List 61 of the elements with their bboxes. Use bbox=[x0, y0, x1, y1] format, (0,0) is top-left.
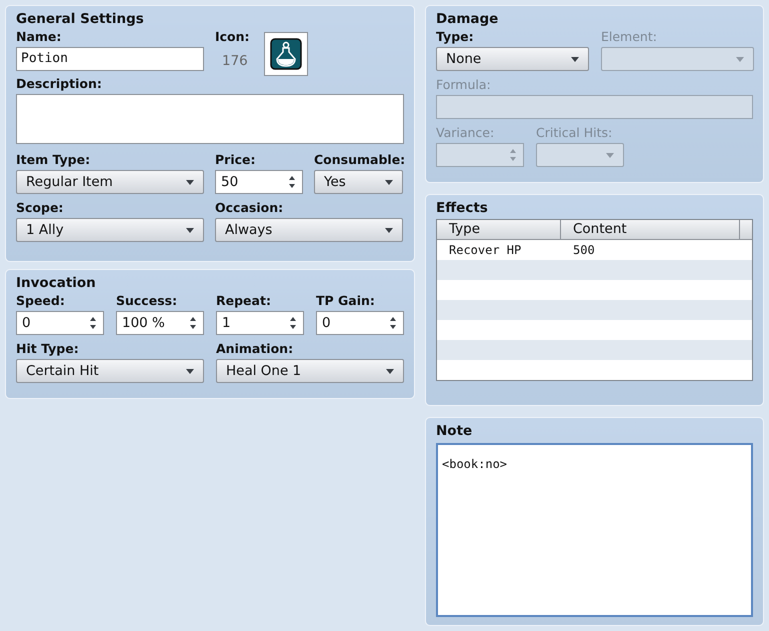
field-label: Occasion: bbox=[215, 200, 284, 215]
field-label: Critical Hits: bbox=[536, 125, 614, 140]
caret-icon bbox=[385, 180, 393, 184]
number-field[interactable]: 0 bbox=[316, 311, 404, 335]
field-label: Formula: bbox=[436, 77, 492, 92]
number-field[interactable]: 100 % bbox=[116, 311, 204, 335]
column-header[interactable]: Type bbox=[437, 220, 561, 239]
field-label: Hit Type: bbox=[16, 341, 80, 356]
spin-arrows-icon bbox=[288, 175, 296, 189]
number-field[interactable]: 1 bbox=[216, 311, 304, 335]
panel-title: Damage bbox=[436, 10, 500, 28]
potion-bottle-icon bbox=[270, 38, 302, 70]
column-header[interactable]: Content bbox=[561, 220, 740, 239]
panel-title: General Settings bbox=[16, 10, 145, 28]
panel-title: Effects bbox=[436, 199, 489, 217]
name-field[interactable]: Potion bbox=[16, 47, 204, 71]
field-label: Description: bbox=[16, 76, 103, 91]
spin-arrows-icon bbox=[189, 316, 197, 330]
dropdown[interactable]: Regular Item bbox=[16, 170, 204, 194]
table-cell-text: Recover HP bbox=[448, 242, 522, 259]
caret-icon bbox=[386, 368, 394, 374]
field-label: Name: bbox=[16, 29, 62, 44]
spin-arrows-icon bbox=[389, 316, 397, 330]
panel-title: Invocation bbox=[16, 274, 97, 292]
caret-icon bbox=[571, 56, 579, 62]
table-cell-text: 500 bbox=[572, 242, 595, 259]
caret-icon bbox=[186, 368, 194, 374]
field-label: Consumable: bbox=[314, 152, 403, 167]
spin-arrows-icon bbox=[289, 316, 297, 330]
note-field[interactable]: <book:no> bbox=[436, 443, 753, 617]
number-field[interactable]: 0 bbox=[16, 311, 104, 335]
field-label: Item Type: bbox=[16, 152, 92, 167]
spin-arrows-icon bbox=[89, 316, 97, 330]
dropdown[interactable]: Heal One 1 bbox=[216, 359, 404, 383]
dropdown[interactable]: None bbox=[436, 47, 589, 71]
field-label: Type: bbox=[436, 29, 475, 44]
number-field[interactable]: 50 bbox=[215, 170, 303, 194]
panel-title: Note bbox=[436, 422, 474, 440]
icon-number: 176 bbox=[221, 52, 249, 71]
description-field[interactable] bbox=[16, 94, 404, 144]
dropdown[interactable]: Always bbox=[215, 218, 403, 242]
spin-arrows-icon bbox=[509, 148, 517, 162]
field-label: TP Gain: bbox=[316, 293, 376, 308]
caret-icon bbox=[186, 180, 194, 184]
dropdown[interactable]: Certain Hit bbox=[16, 359, 204, 383]
field-label: Variance: bbox=[436, 125, 496, 140]
caret-icon bbox=[606, 152, 614, 158]
caret-icon bbox=[186, 228, 194, 232]
field-label: Animation: bbox=[216, 341, 294, 356]
dropdown[interactable]: Yes bbox=[314, 170, 403, 194]
field-label: Speed: bbox=[16, 293, 66, 308]
field-label: Price: bbox=[215, 152, 256, 167]
field-label: Element: bbox=[601, 29, 658, 44]
caret-icon bbox=[736, 56, 744, 62]
icon-picker[interactable] bbox=[264, 32, 308, 76]
field-label: Success: bbox=[116, 293, 178, 308]
dropdown[interactable]: 1 Ally bbox=[16, 218, 204, 242]
field-label: Repeat: bbox=[216, 293, 272, 308]
field-label: Scope: bbox=[16, 200, 64, 215]
field-label: Icon: bbox=[215, 29, 250, 44]
caret-icon bbox=[385, 228, 393, 232]
